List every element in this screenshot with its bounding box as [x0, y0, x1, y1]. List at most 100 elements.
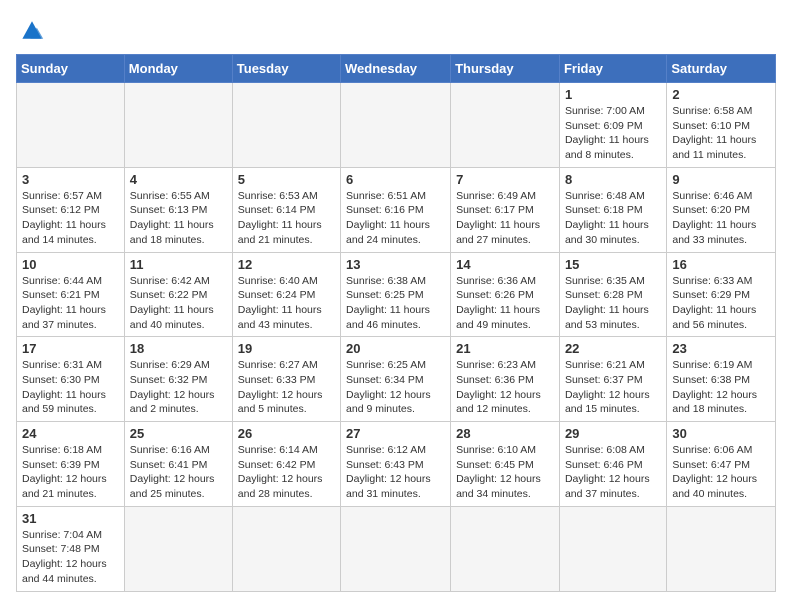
- day-number: 1: [565, 87, 661, 102]
- day-info: Sunrise: 6:14 AM Sunset: 6:42 PM Dayligh…: [238, 443, 335, 502]
- week-row-2: 10 Sunrise: 6:44 AM Sunset: 6:21 PM Dayli…: [17, 252, 776, 337]
- day-info: Sunrise: 6:23 AM Sunset: 6:36 PM Dayligh…: [456, 358, 554, 417]
- day-info: Sunrise: 6:53 AM Sunset: 6:14 PM Dayligh…: [238, 189, 335, 248]
- calendar-cell: 13Sunrise: 6:38 AM Sunset: 6:25 PM Dayli…: [341, 252, 451, 337]
- day-number: 21: [456, 341, 554, 356]
- weekday-header-wednesday: Wednesday: [341, 55, 451, 83]
- day-info: Sunrise: 6:38 AM Sunset: 6:25 PM Dayligh…: [346, 274, 445, 333]
- calendar-cell: 25 Sunrise: 6:16 AM Sunset: 6:41 PM Dayli…: [124, 422, 232, 507]
- calendar-header: SundayMondayTuesdayWednesdayThursdayFrid…: [17, 55, 776, 83]
- calendar-cell: 18 Sunrise: 6:29 AM Sunset: 6:32 PM Dayli…: [124, 337, 232, 422]
- day-info: Sunrise: 6:31 AM Sunset: 6:30 PM Dayligh…: [22, 358, 119, 417]
- day-info: Sunrise: 6:19 AM Sunset: 6:38 PM Dayligh…: [672, 358, 770, 417]
- day-info: Sunrise: 6:58 AM Sunset: 6:10 PM Dayligh…: [672, 104, 770, 163]
- calendar-cell: [341, 506, 451, 591]
- day-number: 23: [672, 341, 770, 356]
- calendar-cell: 2 Sunrise: 6:58 AM Sunset: 6:10 PM Daylig…: [667, 83, 776, 168]
- calendar-cell: 11 Sunrise: 6:42 AM Sunset: 6:22 PM Dayli…: [124, 252, 232, 337]
- week-row-0: 1 Sunrise: 7:00 AM Sunset: 6:09 PM Daylig…: [17, 83, 776, 168]
- week-row-4: 24Sunrise: 6:18 AM Sunset: 6:39 PM Dayli…: [17, 422, 776, 507]
- calendar-cell: 8 Sunrise: 6:48 AM Sunset: 6:18 PM Daylig…: [559, 167, 666, 252]
- day-info: Sunrise: 6:57 AM Sunset: 6:12 PM Dayligh…: [22, 189, 119, 248]
- day-number: 17: [22, 341, 119, 356]
- day-number: 31: [22, 511, 119, 526]
- weekday-header-friday: Friday: [559, 55, 666, 83]
- calendar-cell: 15 Sunrise: 6:35 AM Sunset: 6:28 PM Dayli…: [559, 252, 666, 337]
- day-number: 9: [672, 172, 770, 187]
- calendar-cell: 5Sunrise: 6:53 AM Sunset: 6:14 PM Daylig…: [232, 167, 340, 252]
- day-number: 11: [130, 257, 227, 272]
- calendar-cell: 27 Sunrise: 6:12 AM Sunset: 6:43 PM Dayli…: [341, 422, 451, 507]
- calendar-cell: 16 Sunrise: 6:33 AM Sunset: 6:29 PM Dayli…: [667, 252, 776, 337]
- day-number: 2: [672, 87, 770, 102]
- day-number: 30: [672, 426, 770, 441]
- calendar-cell: 31Sunrise: 7:04 AM Sunset: 7:48 PM Dayli…: [17, 506, 125, 591]
- day-info: Sunrise: 6:46 AM Sunset: 6:20 PM Dayligh…: [672, 189, 770, 248]
- day-info: Sunrise: 6:44 AM Sunset: 6:21 PM Dayligh…: [22, 274, 119, 333]
- calendar-cell: [124, 506, 232, 591]
- calendar-cell: 3Sunrise: 6:57 AM Sunset: 6:12 PM Daylig…: [17, 167, 125, 252]
- week-row-1: 3Sunrise: 6:57 AM Sunset: 6:12 PM Daylig…: [17, 167, 776, 252]
- day-number: 16: [672, 257, 770, 272]
- weekday-header-sunday: Sunday: [17, 55, 125, 83]
- calendar-cell: 23 Sunrise: 6:19 AM Sunset: 6:38 PM Dayli…: [667, 337, 776, 422]
- day-number: 6: [346, 172, 445, 187]
- day-number: 10: [22, 257, 119, 272]
- calendar-table: SundayMondayTuesdayWednesdayThursdayFrid…: [16, 54, 776, 592]
- day-info: Sunrise: 6:51 AM Sunset: 6:16 PM Dayligh…: [346, 189, 445, 248]
- day-info: Sunrise: 6:25 AM Sunset: 6:34 PM Dayligh…: [346, 358, 445, 417]
- day-number: 18: [130, 341, 227, 356]
- day-info: Sunrise: 6:27 AM Sunset: 6:33 PM Dayligh…: [238, 358, 335, 417]
- weekday-header-saturday: Saturday: [667, 55, 776, 83]
- day-info: Sunrise: 6:49 AM Sunset: 6:17 PM Dayligh…: [456, 189, 554, 248]
- day-number: 12: [238, 257, 335, 272]
- day-info: Sunrise: 6:42 AM Sunset: 6:22 PM Dayligh…: [130, 274, 227, 333]
- calendar-cell: [124, 83, 232, 168]
- day-info: Sunrise: 6:33 AM Sunset: 6:29 PM Dayligh…: [672, 274, 770, 333]
- day-number: 4: [130, 172, 227, 187]
- weekday-header-row: SundayMondayTuesdayWednesdayThursdayFrid…: [17, 55, 776, 83]
- calendar-cell: 17 Sunrise: 6:31 AM Sunset: 6:30 PM Dayli…: [17, 337, 125, 422]
- day-number: 20: [346, 341, 445, 356]
- day-number: 22: [565, 341, 661, 356]
- calendar-cell: 14Sunrise: 6:36 AM Sunset: 6:26 PM Dayli…: [451, 252, 560, 337]
- weekday-header-monday: Monday: [124, 55, 232, 83]
- day-info: Sunrise: 6:08 AM Sunset: 6:46 PM Dayligh…: [565, 443, 661, 502]
- calendar-cell: 24Sunrise: 6:18 AM Sunset: 6:39 PM Dayli…: [17, 422, 125, 507]
- day-info: Sunrise: 6:40 AM Sunset: 6:24 PM Dayligh…: [238, 274, 335, 333]
- day-number: 8: [565, 172, 661, 187]
- calendar-cell: 6 Sunrise: 6:51 AM Sunset: 6:16 PM Daylig…: [341, 167, 451, 252]
- calendar-cell: 10 Sunrise: 6:44 AM Sunset: 6:21 PM Dayli…: [17, 252, 125, 337]
- weekday-header-tuesday: Tuesday: [232, 55, 340, 83]
- logo-icon: [16, 16, 48, 44]
- day-info: Sunrise: 6:06 AM Sunset: 6:47 PM Dayligh…: [672, 443, 770, 502]
- day-number: 26: [238, 426, 335, 441]
- calendar-cell: 4 Sunrise: 6:55 AM Sunset: 6:13 PM Daylig…: [124, 167, 232, 252]
- day-number: 25: [130, 426, 227, 441]
- calendar-cell: 1 Sunrise: 7:00 AM Sunset: 6:09 PM Daylig…: [559, 83, 666, 168]
- calendar-cell: 29Sunrise: 6:08 AM Sunset: 6:46 PM Dayli…: [559, 422, 666, 507]
- day-info: Sunrise: 7:00 AM Sunset: 6:09 PM Dayligh…: [565, 104, 661, 163]
- day-info: Sunrise: 6:10 AM Sunset: 6:45 PM Dayligh…: [456, 443, 554, 502]
- day-info: Sunrise: 6:16 AM Sunset: 6:41 PM Dayligh…: [130, 443, 227, 502]
- weekday-header-thursday: Thursday: [451, 55, 560, 83]
- calendar-cell: 21 Sunrise: 6:23 AM Sunset: 6:36 PM Dayli…: [451, 337, 560, 422]
- day-info: Sunrise: 6:48 AM Sunset: 6:18 PM Dayligh…: [565, 189, 661, 248]
- calendar-cell: [451, 506, 560, 591]
- day-number: 24: [22, 426, 119, 441]
- calendar-body: 1 Sunrise: 7:00 AM Sunset: 6:09 PM Daylig…: [17, 83, 776, 592]
- calendar-cell: 22Sunrise: 6:21 AM Sunset: 6:37 PM Dayli…: [559, 337, 666, 422]
- day-info: Sunrise: 6:12 AM Sunset: 6:43 PM Dayligh…: [346, 443, 445, 502]
- calendar-cell: 12 Sunrise: 6:40 AM Sunset: 6:24 PM Dayli…: [232, 252, 340, 337]
- calendar-cell: [17, 83, 125, 168]
- calendar-cell: [559, 506, 666, 591]
- week-row-3: 17 Sunrise: 6:31 AM Sunset: 6:30 PM Dayli…: [17, 337, 776, 422]
- day-number: 15: [565, 257, 661, 272]
- calendar-cell: 9 Sunrise: 6:46 AM Sunset: 6:20 PM Daylig…: [667, 167, 776, 252]
- day-info: Sunrise: 6:29 AM Sunset: 6:32 PM Dayligh…: [130, 358, 227, 417]
- calendar-cell: 7Sunrise: 6:49 AM Sunset: 6:17 PM Daylig…: [451, 167, 560, 252]
- day-number: 27: [346, 426, 445, 441]
- day-info: Sunrise: 6:55 AM Sunset: 6:13 PM Dayligh…: [130, 189, 227, 248]
- calendar-cell: [232, 83, 340, 168]
- day-info: Sunrise: 6:35 AM Sunset: 6:28 PM Dayligh…: [565, 274, 661, 333]
